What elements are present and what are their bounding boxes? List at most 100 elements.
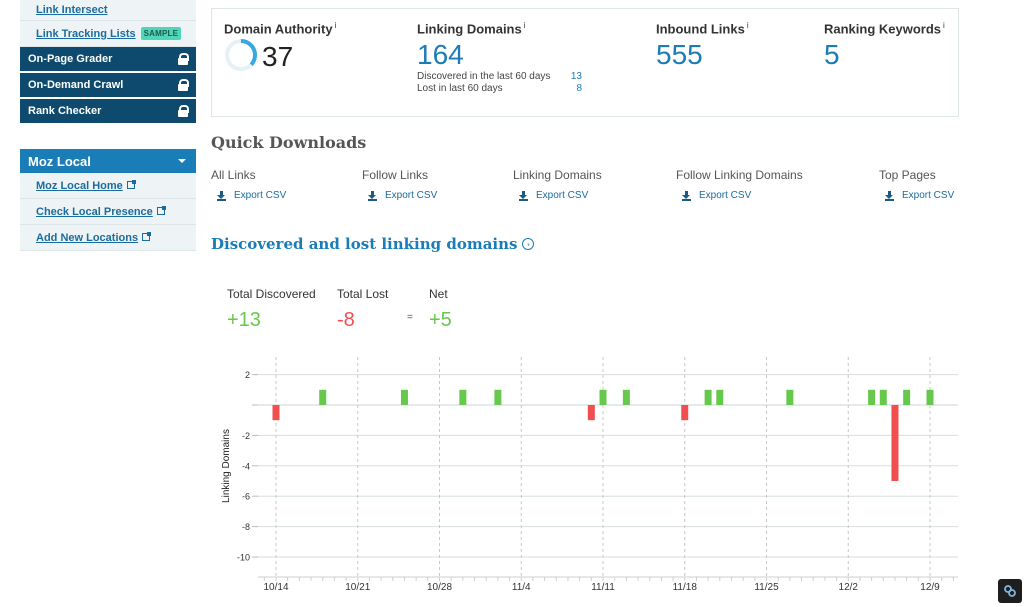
inbound-links-value: 555	[656, 39, 703, 71]
sidebar-item-label: Rank Checker	[28, 105, 102, 117]
domain-authority-gauge	[225, 39, 257, 72]
chevron-right-circle-icon[interactable]: ›	[522, 238, 535, 250]
export-csv-label: Export CSV	[699, 190, 752, 201]
download-label: Linking Domains	[513, 168, 602, 182]
discovered-row: Discovered in the last 60 days 13	[417, 71, 582, 82]
moz-local-home-link[interactable]: Moz Local Home	[36, 180, 123, 192]
external-link-icon	[126, 179, 136, 189]
y-axis-label: Linking Domains	[221, 429, 232, 503]
discovered-bar	[868, 389, 876, 405]
chart-grid: 2 -2 -4 -6 -8 -10	[237, 370, 958, 563]
equals-sign: =	[407, 312, 413, 323]
export-csv-label: Export CSV	[234, 190, 287, 201]
sidebar-item-link-tracking-lists[interactable]: Link Tracking Lists SAMPLE	[20, 21, 196, 47]
download-all-links: All Links Export CSV	[211, 168, 286, 201]
download-label: Top Pages	[879, 168, 936, 182]
x-tick-label: 10/14	[263, 582, 288, 593]
metric-label: Inbound Links i	[656, 21, 749, 36]
discovered-label: Discovered in the last 60 days	[417, 71, 551, 83]
net: Net +5	[429, 287, 452, 332]
discovered-bar	[599, 389, 607, 405]
discovered-bar	[400, 389, 408, 405]
info-icon[interactable]: i	[747, 21, 749, 30]
lost-row: Lost in last 60 days 8	[417, 83, 582, 94]
sidebar-item-rank-checker[interactable]: Rank Checker	[20, 99, 196, 123]
metric-linking-domains: Linking Domains i 164 Discovered in the l…	[417, 21, 582, 94]
download-icon	[368, 190, 377, 201]
total-lost: Total Lost -8	[337, 287, 388, 332]
export-csv-button[interactable]: Export CSV	[362, 190, 437, 201]
download-icon	[682, 190, 691, 201]
lock-icon	[178, 53, 189, 65]
download-icon	[217, 190, 226, 201]
export-csv-label: Export CSV	[385, 190, 438, 201]
download-icon	[885, 190, 894, 201]
moz-local-section-toggle[interactable]: Moz Local	[20, 149, 196, 173]
external-link-icon	[156, 205, 166, 215]
sidebar-item-link-intersect[interactable]: Link Intersect	[20, 0, 196, 21]
chart-x-axis: 10/14 10/21 10/28 11/4 11/11 11/18 11/25 12/2 12…	[258, 576, 958, 593]
export-csv-button[interactable]: Export CSV	[879, 190, 954, 201]
sidebar-item-label: On-Demand Crawl	[28, 79, 124, 91]
lost-label: Lost in last 60 days	[417, 83, 503, 95]
domain-authority-value: 37	[262, 41, 294, 73]
discovered-bar	[622, 389, 630, 405]
total-discovered: Total Discovered +13	[227, 287, 316, 332]
sidebar-item-on-page-grader[interactable]: On-Page Grader	[20, 47, 196, 71]
y-tick-label: -8	[242, 522, 250, 532]
info-icon[interactable]: i	[524, 21, 526, 30]
x-tick-label: 11/4	[512, 582, 531, 593]
discovered-bar	[716, 389, 724, 405]
sidebar-item-check-local-presence[interactable]: Check Local Presence	[20, 199, 196, 225]
inbound-links-label: Inbound Links	[656, 21, 745, 37]
metric-inbound-links: Inbound Links i 555	[656, 21, 749, 70]
download-top-pages: Top Pages Export CSV	[879, 168, 954, 201]
total-discovered-label: Total Discovered	[227, 287, 316, 301]
link-tracking-lists-link[interactable]: Link Tracking Lists	[36, 28, 136, 40]
x-tick-label: 12/2	[839, 582, 859, 593]
download-follow-links: Follow Links Export CSV	[362, 168, 437, 201]
total-lost-label: Total Lost	[337, 287, 389, 301]
x-tick-label: 11/25	[754, 582, 779, 593]
discovered-bar	[879, 389, 887, 405]
metric-label: Linking Domains i	[417, 21, 582, 36]
export-csv-button[interactable]: Export CSV	[211, 190, 286, 201]
export-csv-button[interactable]: Export CSV	[513, 190, 602, 201]
info-icon[interactable]: i	[943, 21, 945, 30]
y-tick-label: -10	[237, 553, 250, 563]
external-link-icon	[142, 231, 152, 241]
export-csv-button[interactable]: Export CSV	[676, 190, 803, 201]
discovered-bar	[903, 389, 911, 405]
sidebar-item-on-demand-crawl[interactable]: On-Demand Crawl	[20, 73, 196, 97]
sidebar: Link Intersect Link Tracking Lists SAMPL…	[20, 0, 196, 251]
discovered-bar	[786, 389, 794, 405]
lost-bar	[891, 405, 899, 481]
link-widget-button[interactable]	[998, 579, 1022, 603]
lock-icon	[178, 79, 189, 91]
net-value: +5	[429, 309, 452, 331]
metric-ranking-keywords: Ranking Keywords i 5	[824, 21, 945, 70]
discovered-lost-title: Discovered and lost linking domains ›	[211, 235, 535, 253]
ranking-keywords-label: Ranking Keywords	[824, 21, 942, 37]
sample-badge: SAMPLE	[140, 27, 182, 40]
domain-authority-label: Domain Authority	[224, 21, 333, 37]
download-icon	[519, 190, 528, 201]
discovered-value[interactable]: 13	[571, 71, 582, 82]
info-icon[interactable]: i	[335, 21, 337, 30]
lock-icon	[178, 105, 189, 117]
ranking-keywords-value: 5	[824, 39, 840, 71]
x-tick-label: 10/21	[345, 582, 370, 593]
add-new-locations-link[interactable]: Add New Locations	[36, 232, 138, 244]
x-tick-label: 10/28	[427, 582, 452, 593]
sidebar-item-moz-local-home[interactable]: Moz Local Home	[20, 173, 196, 199]
sidebar-item-add-new-locations[interactable]: Add New Locations	[20, 225, 196, 251]
linking-domains-label: Linking Domains	[417, 21, 522, 37]
link-intersect-link[interactable]: Link Intersect	[36, 4, 108, 16]
lost-value[interactable]: 8	[576, 83, 582, 94]
check-local-presence-link[interactable]: Check Local Presence	[36, 206, 153, 218]
chevron-down-icon	[178, 159, 186, 163]
metric-label: Domain Authority i	[224, 21, 336, 36]
section-title-text: Discovered and lost linking domains	[211, 235, 518, 253]
discovered-bar	[319, 389, 327, 405]
discovered-bar	[459, 389, 467, 405]
